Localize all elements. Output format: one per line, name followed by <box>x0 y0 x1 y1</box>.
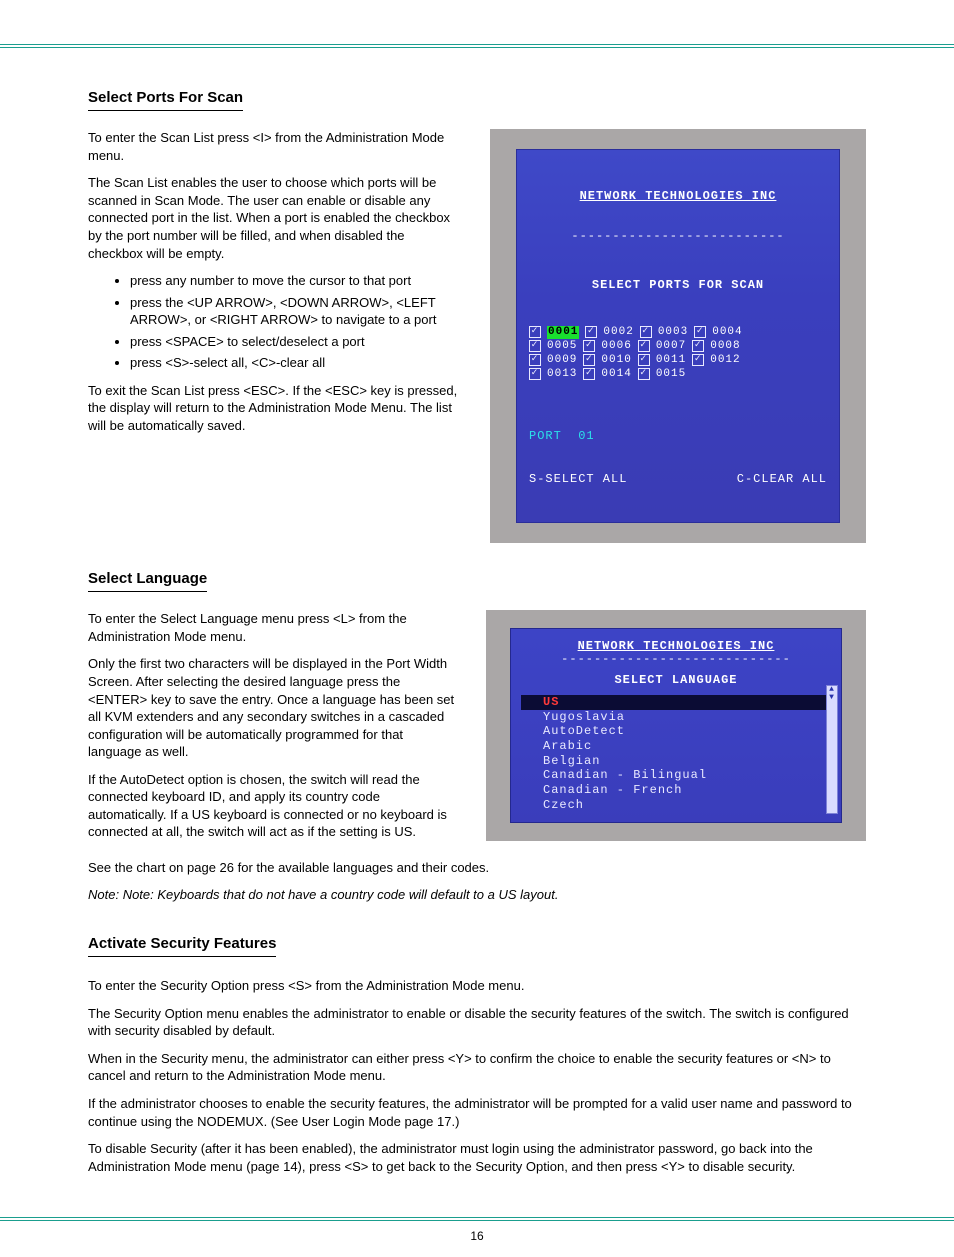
sec-para-5: To disable Security (after it has been e… <box>88 1140 866 1175</box>
screenshot-select-language: NETWORK TECHNOLOGIES INC ---------------… <box>486 610 866 841</box>
scroll-down-icon: ▼ <box>827 694 837 702</box>
ss1-port: 0012 <box>710 354 740 367</box>
scan-bullet-4: press <S>-select all, <C>-clear all <box>130 354 462 372</box>
ss1-company: NETWORK TECHNOLOGIES INC <box>529 189 827 203</box>
sec-para-3: When in the Security menu, the administr… <box>88 1050 866 1085</box>
heading-activate-security: Activate Security Features <box>88 934 276 957</box>
ss1-title: SELECT PORTS FOR SCAN <box>529 278 827 292</box>
ss1-port: 0007 <box>656 340 686 353</box>
checkbox-icon: ✓ <box>694 326 706 338</box>
ss1-hint-select-all: S-SELECT ALL <box>529 472 627 486</box>
heading-select-language: Select Language <box>88 569 207 592</box>
ss2-lang-item: Canadian - French <box>543 783 831 798</box>
checkbox-icon: ✓ <box>638 340 650 352</box>
checkbox-icon: ✓ <box>692 354 704 366</box>
scan-bullets: press any number to move the cursor to t… <box>88 272 462 372</box>
ss2-lang-item: Belgian <box>543 754 831 769</box>
ss1-port: 0008 <box>710 340 740 353</box>
ss1-port: 0005 <box>547 340 577 353</box>
scan-intro-para: To enter the Scan List press <I> from th… <box>88 129 462 164</box>
ss1-port: 0001 <box>547 326 579 339</box>
checkbox-icon: ✓ <box>692 340 704 352</box>
ss1-port-indicator: PORT 01 <box>529 429 827 443</box>
ss1-port: 0010 <box>601 354 631 367</box>
lang-chart-ref-para: See the chart on page 26 for the availab… <box>88 859 866 877</box>
heading-select-ports-for-scan: Select Ports For Scan <box>88 88 243 111</box>
ss1-underline: -------------------------- <box>529 229 827 243</box>
checkbox-icon: ✓ <box>583 368 595 380</box>
bottom-horizontal-rule <box>0 1217 954 1221</box>
ss2-lang-item: Canadian - Bilingual <box>543 768 831 783</box>
lang-desc-para: Only the first two characters will be di… <box>88 655 458 760</box>
checkbox-icon: ✓ <box>529 340 541 352</box>
ss2-lang-selected: US <box>521 695 831 710</box>
ss2-lang-list: US Yugoslavia AutoDetect Arabic Belgian … <box>521 695 831 812</box>
ss1-port: 0002 <box>603 326 633 339</box>
scan-bullet-3: press <SPACE> to select/deselect a port <box>130 333 462 351</box>
ss2-lang-item: Yugoslavia <box>543 710 831 725</box>
lang-intro-para: To enter the Select Language menu press … <box>88 610 458 645</box>
scan-bullet-2: press the <UP ARROW>, <DOWN ARROW>, <LEF… <box>130 294 462 329</box>
ss1-port: 0009 <box>547 354 577 367</box>
scan-bullet-1: press any number to move the cursor to t… <box>130 272 462 290</box>
scan-exit-para: To exit the Scan List press <ESC>. If th… <box>88 382 462 435</box>
checkbox-icon: ✓ <box>583 340 595 352</box>
ss2-underline: ---------------------------- <box>521 652 831 667</box>
ss1-port: 0011 <box>656 354 686 367</box>
checkbox-icon: ✓ <box>640 326 652 338</box>
sec-para-1: To enter the Security Option press <S> f… <box>88 977 866 995</box>
ss1-port-grid: ✓ 0001 ✓ 0002 ✓ 0003 ✓ 0004 ✓ 0005 ✓ 0006 ✓ 000… <box>529 326 827 381</box>
checkbox-icon: ✓ <box>638 354 650 366</box>
page-number: 16 <box>0 1229 954 1243</box>
checkbox-icon: ✓ <box>529 354 541 366</box>
ss1-port: 0015 <box>656 368 686 381</box>
sec-para-4: If the administrator chooses to enable t… <box>88 1095 866 1130</box>
scan-desc-para: The Scan List enables the user to choose… <box>88 174 462 262</box>
screenshot-scan-ports: NETWORK TECHNOLOGIES INC ---------------… <box>490 129 866 543</box>
lang-note-para: Note: Note: Keyboards that do not have a… <box>88 886 866 904</box>
ss1-port: 0006 <box>601 340 631 353</box>
ss1-port: 0004 <box>712 326 742 339</box>
ss1-port: 0003 <box>658 326 688 339</box>
ss2-lang-item: AutoDetect <box>543 724 831 739</box>
checkbox-icon: ✓ <box>638 368 650 380</box>
ss2-lang-item: Arabic <box>543 739 831 754</box>
ss2-lang-item: Czech <box>543 798 831 813</box>
sec-para-2: The Security Option menu enables the adm… <box>88 1005 866 1040</box>
ss1-hint-clear-all: C-CLEAR ALL <box>737 472 827 486</box>
checkbox-icon: ✓ <box>529 326 541 338</box>
ss1-port: 0014 <box>601 368 631 381</box>
scrollbar-icon: ▲ ▼ <box>826 685 838 814</box>
checkbox-icon: ✓ <box>583 354 595 366</box>
checkbox-icon: ✓ <box>529 368 541 380</box>
ss2-title: SELECT LANGUAGE <box>521 673 831 688</box>
checkbox-icon: ✓ <box>585 326 597 338</box>
ss1-port: 0013 <box>547 368 577 381</box>
lang-autodetect-para: If the AutoDetect option is chosen, the … <box>88 771 458 841</box>
